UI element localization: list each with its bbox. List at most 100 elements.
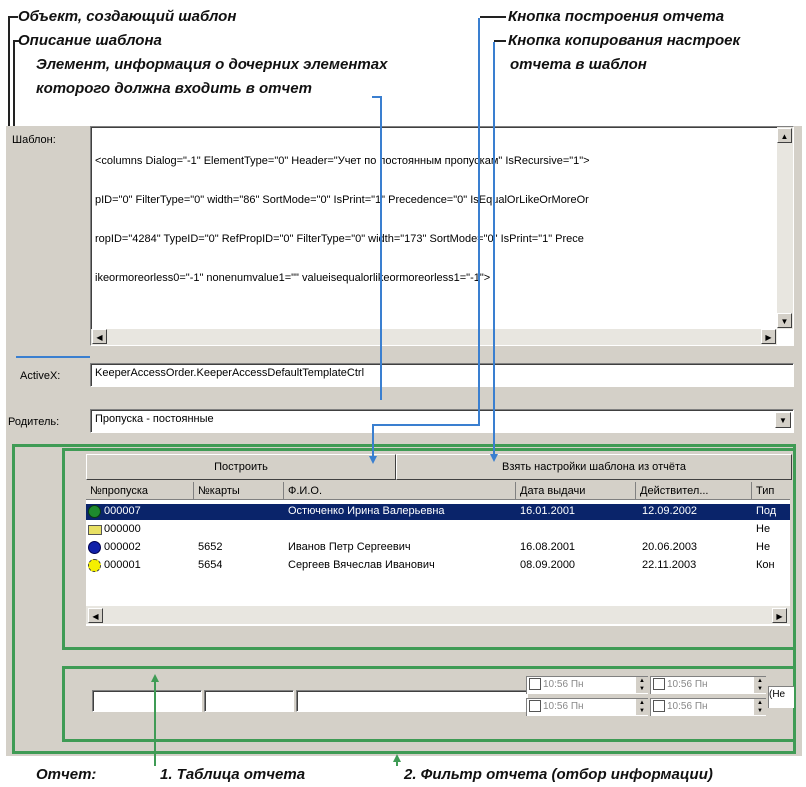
callout-line-element: [380, 96, 382, 400]
annotation-report-table: 1. Таблица отчета: [160, 766, 306, 783]
xml-line-3: ropID="4284" TypeID="0" RefPropID="0" Fi…: [95, 233, 584, 245]
col-header-card[interactable]: №карты: [194, 482, 284, 500]
spin-icon[interactable]: ▲ ▼: [754, 699, 766, 715]
cell-issued: 08.09.2000: [520, 559, 576, 571]
spin-icon[interactable]: ▲ ▼: [754, 677, 766, 693]
annotation-element-info-1: Элемент, информация о дочерних элементах: [36, 56, 388, 73]
col-header-valid[interactable]: Действител...: [636, 482, 752, 500]
annotation-object-creating: Объект, создающий шаблон: [18, 8, 237, 25]
cell-pass: 000007: [104, 505, 141, 517]
annotation-copy-settings-2: отчета в шаблон: [510, 56, 647, 73]
callout-table-line: [154, 680, 156, 766]
cell-card: 5652: [198, 541, 223, 553]
cell-name: Сергеев Вячеслав Иванович: [288, 559, 435, 571]
scroll-right-icon[interactable]: ▶: [761, 329, 776, 344]
filter-checkbox-1[interactable]: [529, 678, 541, 691]
table-row[interactable]: 000007 Остюченко Ирина Валерьевна 16.01.…: [86, 504, 790, 520]
horizontal-scrollbar[interactable]: [91, 329, 777, 345]
filter-time-from-2[interactable]: 10:56 Пн ▲ ▼: [526, 698, 648, 716]
cell-name: Остюченко Ирина Валерьевна: [288, 505, 445, 517]
arrow-copy-icon: [490, 454, 498, 462]
table-row[interactable]: 000002 5652 Иванов Петр Сергеевич 16.08.…: [86, 540, 790, 556]
cell-type: Не: [756, 523, 771, 535]
filter-type-value: (Не: [769, 689, 786, 700]
template-textarea[interactable]: <columns Dialog="-1" ElementType="0" Hea…: [90, 126, 794, 346]
callout-line-copy: [493, 42, 495, 454]
grid-scroll-left-icon[interactable]: ◀: [88, 608, 103, 623]
filter-time-4-text: 10:56: [667, 701, 693, 712]
bracket-right-1: [480, 16, 506, 20]
parent-label: Родитель:: [8, 416, 60, 428]
annotation-template-desc: Описание шаблона: [18, 32, 162, 49]
filter-time-to-2[interactable]: 10:56 Пн ▲ ▼: [650, 698, 766, 716]
template-label: Шаблон:: [12, 134, 56, 146]
filter-time-2-text: 10:56: [667, 679, 693, 690]
filter-input-pass[interactable]: [92, 690, 202, 712]
cell-valid: 20.06.2003: [642, 541, 698, 553]
cell-name: Иванов Петр Сергеевич: [288, 541, 411, 553]
annotation-copy-settings-1: Кнопка копирования настроек: [508, 32, 741, 49]
callout-line-element-top: [372, 96, 382, 98]
scroll-up-icon[interactable]: ▲: [777, 128, 792, 143]
col-header-type[interactable]: Тип: [752, 482, 790, 500]
filter-day-4-text: Пн: [694, 701, 708, 712]
filter-time-from-1[interactable]: 10:56 Пн ▲ ▼: [526, 676, 648, 694]
xml-line-4: ikeormoreorless0="-1" nonenumvalue1="" v…: [95, 272, 491, 284]
green-circle-icon: [88, 505, 101, 518]
arrow-table-icon: [151, 674, 159, 682]
arrow-filter-icon: [393, 754, 401, 762]
cell-card: 5654: [198, 559, 223, 571]
filter-checkbox-2[interactable]: [653, 678, 665, 691]
cell-pass: 000000: [104, 523, 141, 535]
cell-valid: 12.09.2002: [642, 505, 698, 517]
callout-line-build: [478, 18, 480, 424]
activex-value: KeeperAccessOrder.KeeperAccessDefaultTem…: [95, 367, 365, 379]
col-header-name[interactable]: Ф.И.О.: [284, 482, 516, 500]
grid-horizontal-scrollbar[interactable]: [86, 606, 790, 624]
scroll-down-icon[interactable]: ▼: [777, 313, 792, 328]
table-row[interactable]: 000001 5654 Сергеев Вячеслав Иванович 08…: [86, 558, 790, 574]
report-grid[interactable]: №пропуска №карты Ф.И.О. Дата выдачи Дейс…: [86, 482, 790, 626]
copy-settings-button[interactable]: Взять настройки шаблона из отчёта: [396, 454, 792, 480]
grid-scroll-right-icon[interactable]: ▶: [772, 608, 787, 623]
vertical-scrollbar[interactable]: [777, 127, 793, 329]
cell-pass: 000002: [104, 541, 141, 553]
callout-line-template: [16, 356, 90, 358]
filter-day-2-text: Пн: [694, 679, 708, 690]
build-report-button[interactable]: Построить: [86, 454, 396, 480]
filter-input-name[interactable]: [296, 690, 528, 712]
cell-issued: 16.08.2001: [520, 541, 576, 553]
parent-select[interactable]: Пропуска - постоянные ▼: [90, 409, 794, 433]
xml-line-1: <columns Dialog="-1" ElementType="0" Hea…: [95, 155, 590, 167]
filter-checkbox-3[interactable]: [529, 700, 541, 713]
scroll-left-icon[interactable]: ◀: [92, 329, 107, 344]
filter-input-card[interactable]: [204, 690, 294, 712]
spin-icon[interactable]: ▲ ▼: [636, 699, 648, 715]
parent-value: Пропуска - постоянные: [95, 413, 214, 425]
col-header-issued[interactable]: Дата выдачи: [516, 482, 636, 500]
xml-line-2: pID="0" FilterType="0" width="86" SortMo…: [95, 194, 589, 206]
col-header-pass[interactable]: №пропуска: [86, 482, 194, 500]
activex-label: ActiveX:: [20, 370, 61, 382]
annotation-report-filter: 2. Фильтр отчета (отбор информации): [404, 766, 713, 783]
filter-checkbox-4[interactable]: [653, 700, 665, 713]
annotation-element-info-2: которого должна входить в отчет: [36, 80, 312, 97]
filter-day-3-text: Пн: [570, 701, 584, 712]
filter-time-1-text: 10:56: [543, 679, 569, 690]
folder-icon: [88, 525, 102, 535]
spin-icon[interactable]: ▲ ▼: [636, 677, 648, 693]
filter-time-to-1[interactable]: 10:56 Пн ▲ ▼: [650, 676, 766, 694]
table-row[interactable]: 000000 Не: [86, 522, 790, 538]
activex-input[interactable]: KeeperAccessOrder.KeeperAccessDefaultTem…: [90, 363, 794, 387]
cell-pass: 000001: [104, 559, 141, 571]
chevron-down-icon[interactable]: ▼: [775, 412, 791, 428]
cell-issued: 16.01.2001: [520, 505, 576, 517]
cell-type: Не: [756, 541, 771, 553]
annotation-build-button: Кнопка построения отчета: [508, 8, 725, 25]
filter-day-1-text: Пн: [570, 679, 584, 690]
callout-line-build-h: [372, 424, 480, 426]
filter-time-3-text: 10:56: [543, 701, 569, 712]
cell-type: Кон: [756, 559, 775, 571]
filter-type-select[interactable]: (Не: [768, 686, 794, 708]
bracket-right-2: [494, 40, 506, 44]
